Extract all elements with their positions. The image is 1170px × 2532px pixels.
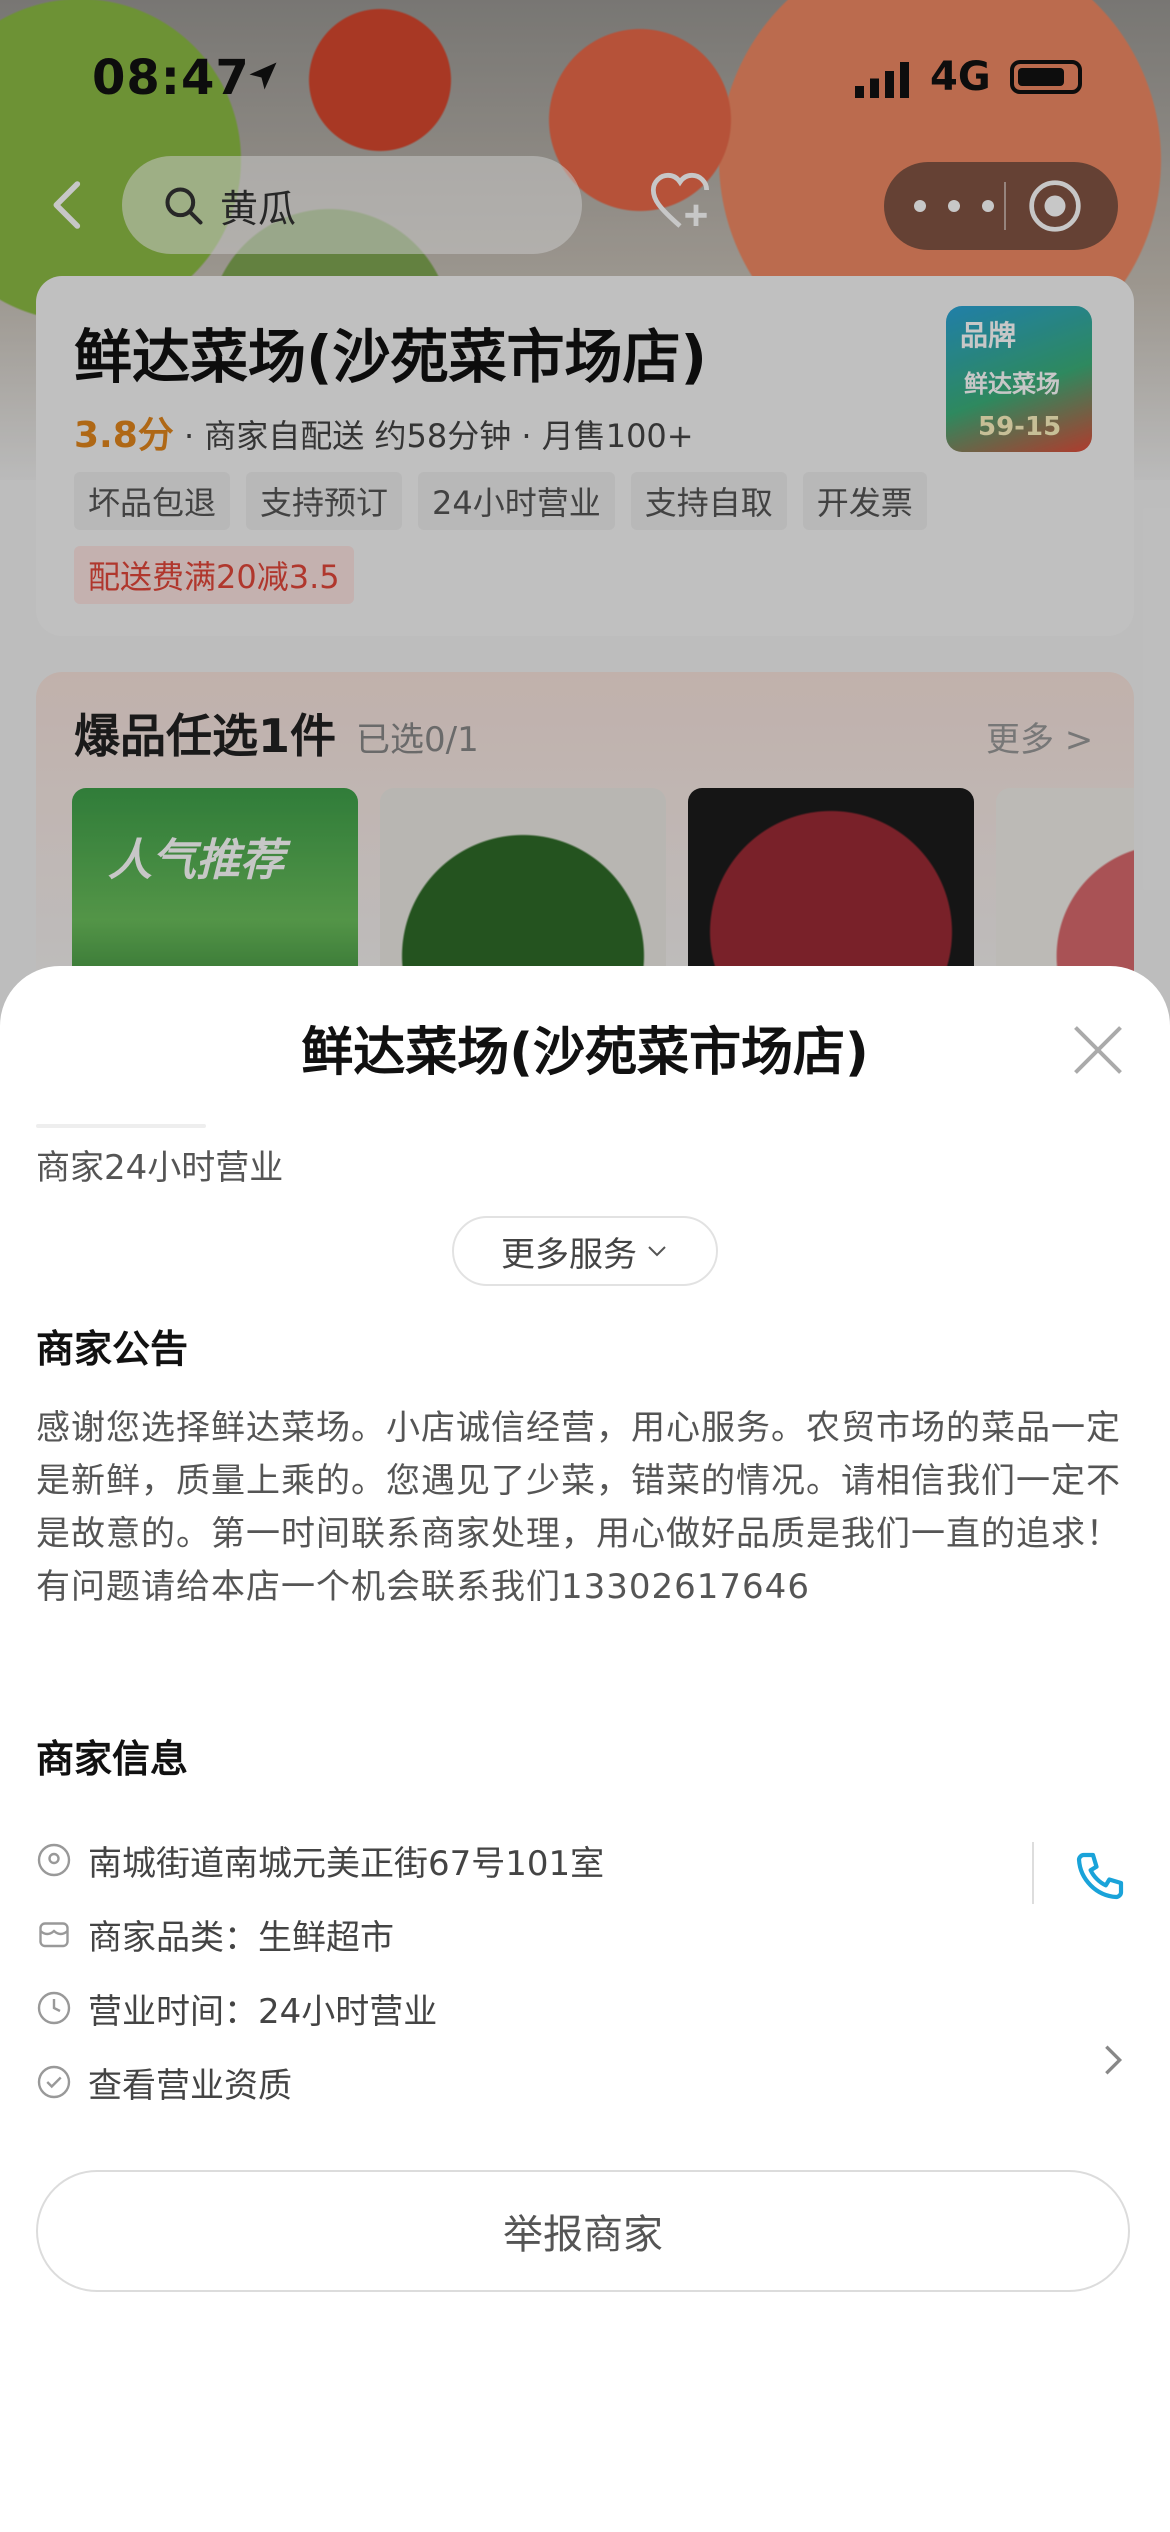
more-services-button[interactable]: 更多服务 <box>452 1216 718 1286</box>
phone-call-icon[interactable] <box>1072 1848 1128 1904</box>
storefront-icon <box>39 1922 69 1948</box>
store-address: 南城街道南城元美正街67号101室 <box>88 1844 605 1884</box>
category-row: 商家品类：生鲜超市 <box>36 1906 1136 1962</box>
scroll-fade-divider <box>36 1124 206 1128</box>
close-icon[interactable] <box>1068 1020 1128 1080</box>
shield-check-icon <box>37 2065 71 2099</box>
address-row: 南城街道南城元美正街67号101室 <box>36 1832 1136 1888</box>
business-hours-row: 营业时间：24小时营业 <box>36 1980 1136 2036</box>
clock-icon <box>37 1991 71 2025</box>
more-services-label: 更多服务 <box>501 1234 637 1275</box>
info-heading: 商家信息 <box>36 1737 189 1781</box>
notice-text: 感谢您选择鲜达菜场。小店诚信经营，用心服务。农贸市场的菜品一定是新鲜，质量上乘的… <box>36 1408 1121 1607</box>
chevron-right-icon[interactable] <box>1098 2040 1128 2080</box>
business-hours: 营业时间：24小时营业 <box>88 1992 438 2032</box>
chevron-down-icon <box>648 1246 666 1257</box>
sheet-title: 鲜达菜场(沙苑菜市场店) <box>301 1023 869 1083</box>
open-hours-note: 商家24小时营业 <box>36 1148 284 1188</box>
license-link[interactable]: 查看营业资质 <box>88 2058 292 2107</box>
location-pin-icon <box>37 1843 71 1877</box>
report-store-button[interactable]: 举报商家 <box>36 2170 1130 2292</box>
store-info-sheet: 鲜达菜场(沙苑菜市场店) 商家24小时营业 更多服务 商家公告 感谢您选择鲜达菜… <box>0 966 1170 2532</box>
notice-heading: 商家公告 <box>36 1327 189 1371</box>
phone-divider <box>1032 1842 1034 1904</box>
store-category: 商家品类：生鲜超市 <box>88 1918 394 1958</box>
license-row[interactable]: 查看营业资质 <box>36 2054 1136 2110</box>
